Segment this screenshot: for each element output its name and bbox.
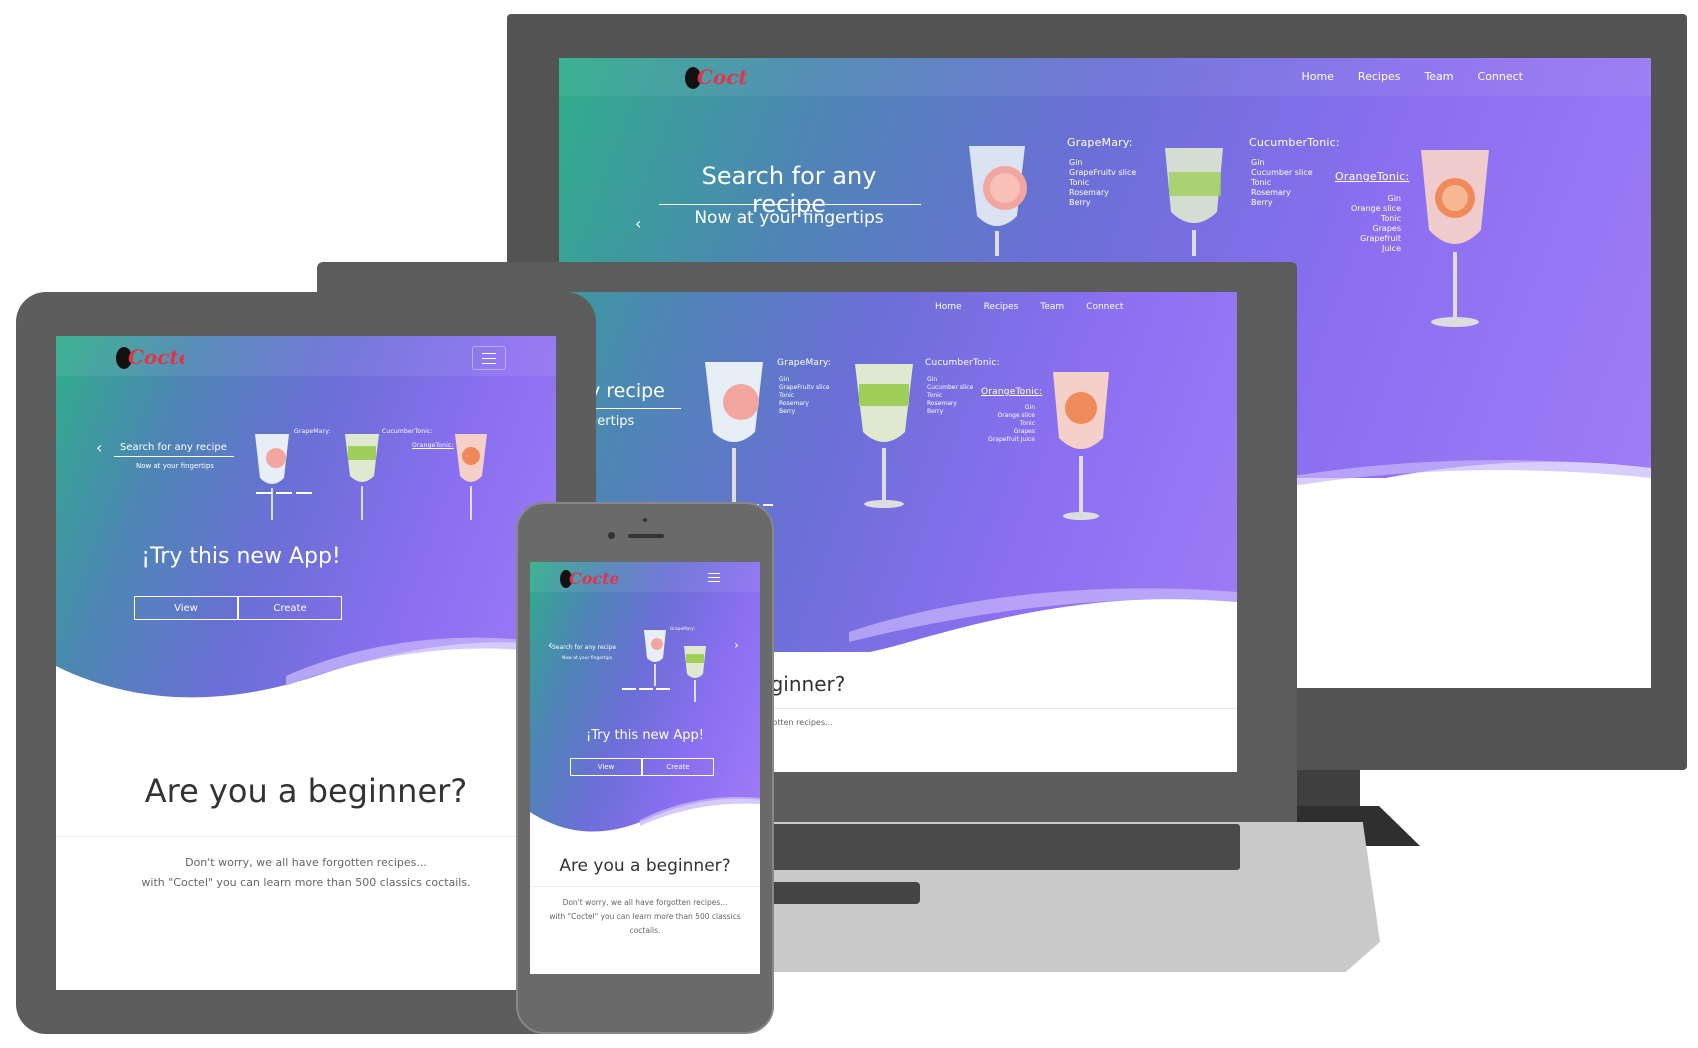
phone-cta-title: ¡Try this new App!: [586, 728, 704, 743]
orangetonic-list: Gin Orange slice Tonic Grapes Grapefruit…: [988, 404, 1035, 443]
grape-glass: [959, 136, 1035, 256]
grape-glass: [699, 352, 769, 512]
phone-frame: Coctel ‹ › Search for any recipe Now at …: [516, 502, 774, 1034]
svg-text:Coctel: Coctel: [128, 345, 184, 369]
phone-section-divider: [530, 886, 760, 887]
grape-glass: [642, 626, 668, 688]
phone-beginner-line1: Don't worry, we all have forgotten recip…: [562, 898, 728, 907]
monitor-logo[interactable]: Coctel: [683, 60, 768, 94]
grapemary-title: GrapeMary:: [670, 626, 696, 631]
tablet-logo[interactable]: Coctel: [114, 340, 199, 378]
view-button[interactable]: View: [134, 596, 238, 620]
grapemary-title: GrapeMary:: [777, 358, 832, 368]
monitor-nav-links: Home Recipes Team Connect: [1301, 70, 1523, 83]
orangetonic-list: Gin Orange slice Tonic Grapes Grapefruit…: [1350, 194, 1401, 253]
orange-glass: [1415, 140, 1495, 330]
cucumbertonic-list: Gin Cucumber slice Tonic Rosemary Berry: [1251, 158, 1313, 207]
chevron-right-icon[interactable]: ›: [734, 638, 739, 652]
phone-sensor: [643, 518, 647, 522]
nav-team[interactable]: Team: [1040, 302, 1064, 312]
orange-glass: [452, 428, 490, 524]
grapemary-title: GrapeMary:: [294, 428, 331, 435]
tablet-frame: Coctel ‹ Search for any recipe Now at yo…: [16, 292, 596, 1034]
tablet-hero-title: Search for any recipe: [120, 442, 227, 453]
monitor-hero-divider: [659, 204, 921, 205]
monitor-hero-subtitle: Now at your fingertips: [694, 208, 884, 228]
create-button[interactable]: Create: [642, 758, 714, 776]
phone-carousel-indicators: [622, 688, 670, 690]
tablet-section-divider: [56, 836, 556, 837]
hamburger-menu-icon[interactable]: [472, 346, 506, 370]
view-button[interactable]: View: [570, 758, 642, 776]
nav-home[interactable]: Home: [1301, 70, 1333, 83]
cucumbertonic-list: Gin Cucumber slice Tonic Rosemary Berry: [927, 376, 974, 415]
cucumbertonic-title: CucumberTonic:: [925, 358, 1000, 368]
cocktail-logo-icon: Coctel: [560, 569, 626, 588]
grapemary-list: Gin GrapeFruitv slice Tonic Rosemary Ber…: [1069, 158, 1137, 207]
phone-logo[interactable]: Coctel: [558, 564, 626, 596]
phone-beginner-line3: coctails.: [629, 926, 661, 935]
cucumber-glass: [682, 640, 708, 704]
nav-connect[interactable]: Connect: [1478, 70, 1523, 83]
svg-text:Coctel: Coctel: [569, 569, 618, 588]
cocktail-logo-icon: Coctel: [116, 345, 199, 369]
tablet-beginner-heading: Are you a beginner?: [144, 772, 468, 810]
orange-glass: [1049, 362, 1113, 522]
tablet-hero-divider: [114, 456, 234, 457]
create-button[interactable]: Create: [238, 596, 342, 620]
nav-recipes[interactable]: Recipes: [984, 302, 1019, 312]
orangetonic-title: OrangeTonic:: [1335, 170, 1410, 183]
cucumber-glass: [1157, 130, 1231, 256]
chevron-left-icon[interactable]: ‹: [635, 214, 641, 233]
grape-glass: [252, 428, 292, 524]
nav-recipes[interactable]: Recipes: [1358, 70, 1401, 83]
cucumber-glass: [849, 350, 919, 510]
cucumbertonic-title: CucumberTonic:: [1249, 136, 1340, 149]
phone-beginner-heading: Are you a beginner?: [559, 856, 731, 876]
grapemary-list: Gin GrapeFruitv slice Tonic Rosemary Ber…: [779, 376, 830, 415]
phone-speaker: [628, 534, 664, 538]
laptop-keyboard: [740, 824, 1240, 870]
tablet-screen: Coctel ‹ Search for any recipe Now at yo…: [56, 336, 556, 990]
laptop-section-divider: [699, 708, 1237, 709]
phone-hero-title: Search for any recipe: [552, 644, 617, 651]
phone-wave: [530, 796, 760, 862]
chevron-left-icon[interactable]: ‹: [96, 438, 102, 457]
cucumbertonic-title: CucumberTonic:: [382, 428, 433, 435]
nav-connect[interactable]: Connect: [1086, 302, 1123, 312]
laptop-nav-links: Home Recipes Team Connect: [935, 302, 1123, 312]
orangetonic-title: OrangeTonic:: [412, 442, 454, 449]
tablet-beginner-line1: Don't worry, we all have forgotten recip…: [185, 856, 427, 869]
cocktail-logo-icon: Coctel: [685, 65, 768, 89]
svg-text:Coctel: Coctel: [697, 65, 747, 89]
phone-screen: Coctel ‹ › Search for any recipe Now at …: [530, 562, 760, 974]
tablet-hero-subtitle: Now at your fingertips: [136, 462, 214, 470]
tablet-cta-title: ¡Try this new App!: [141, 544, 341, 569]
phone-camera-icon: [608, 532, 615, 539]
tablet-beginner-line2: with "Coctel" you can learn more than 50…: [141, 876, 471, 889]
hamburger-menu-icon[interactable]: [706, 570, 724, 584]
nav-home[interactable]: Home: [935, 302, 962, 312]
tablet-carousel-indicators: [256, 492, 312, 494]
phone-beginner-line2: with "Coctel" you can learn more than 50…: [549, 912, 741, 921]
nav-team[interactable]: Team: [1424, 70, 1453, 83]
orangetonic-title: OrangeTonic:: [981, 387, 1043, 397]
cucumber-glass: [342, 424, 382, 524]
grapemary-title: GrapeMary:: [1067, 136, 1133, 149]
laptop-hero-title: y recipe: [589, 380, 665, 402]
phone-hero-subtitle: Now at your fingertips: [562, 656, 613, 661]
